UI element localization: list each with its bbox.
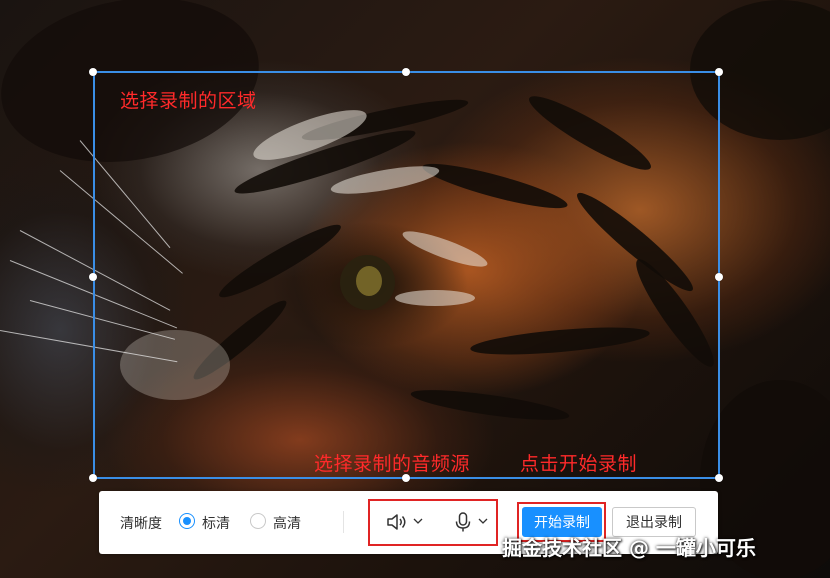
recording-region-selection[interactable] <box>93 71 720 479</box>
clarity-label: 清晰度 <box>120 516 162 532</box>
annotation-select-region: 选择录制的区域 <box>120 90 257 112</box>
radio-high-definition[interactable] <box>250 513 266 529</box>
resize-handle-top[interactable] <box>402 68 410 76</box>
annotation-click-start: 点击开始录制 <box>520 453 638 475</box>
resize-handle-top-left[interactable] <box>89 68 97 76</box>
resize-handle-bottom-right[interactable] <box>715 474 723 482</box>
resize-handle-left[interactable] <box>89 273 97 281</box>
resize-handle-top-right[interactable] <box>715 68 723 76</box>
audio-source-highlight-box <box>368 499 498 546</box>
radio-standard-definition[interactable] <box>179 513 195 529</box>
option-high-definition-label[interactable]: 高清 <box>273 513 301 533</box>
toolbar-divider <box>343 511 344 533</box>
option-standard-definition-label[interactable]: 标清 <box>202 513 230 533</box>
resize-handle-bottom-left[interactable] <box>89 474 97 482</box>
annotation-select-audio: 选择录制的音频源 <box>314 453 471 475</box>
resize-handle-right[interactable] <box>715 273 723 281</box>
watermark: 掘金技术社区 @ 一罐小可乐 <box>502 536 756 560</box>
